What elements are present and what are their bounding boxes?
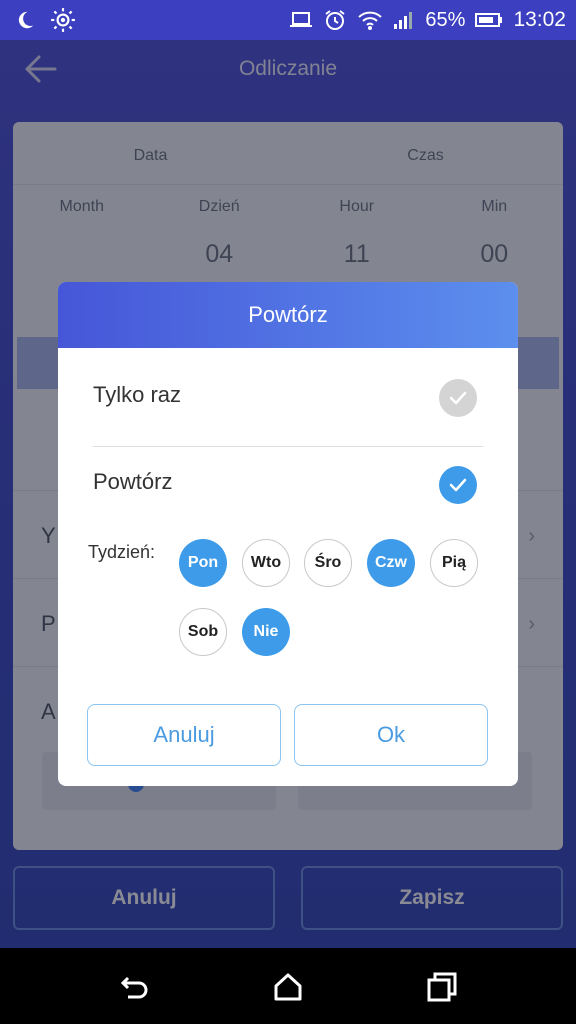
checkmark-icon[interactable] <box>439 466 477 504</box>
day-nie[interactable]: Nie <box>242 608 290 656</box>
option-once-label: Tylko raz <box>93 382 182 407</box>
day-czw[interactable]: Czw <box>367 539 415 587</box>
option-repeat[interactable]: Powtórz <box>93 454 477 514</box>
checkmark-icon[interactable] <box>439 379 477 417</box>
dialog-ok-button[interactable]: Ok <box>294 704 488 766</box>
day-pia[interactable]: Pią <box>430 539 478 587</box>
divider <box>93 446 483 447</box>
dialog-title: Powtórz <box>58 282 518 348</box>
back-icon[interactable] <box>118 970 152 1004</box>
home-icon[interactable] <box>271 970 305 1004</box>
system-nav-bar <box>0 948 576 1024</box>
option-repeat-label: Powtórz <box>93 469 173 494</box>
recent-apps-icon[interactable] <box>425 970 459 1004</box>
day-pon[interactable]: Pon <box>179 539 227 587</box>
alarm-icon <box>323 8 347 32</box>
option-once[interactable]: Tylko raz <box>93 367 477 427</box>
battery-percent: 65% <box>425 8 466 31</box>
status-bar: 65% 13:02 <box>0 0 576 40</box>
moon-icon <box>14 9 36 31</box>
wifi-icon <box>357 9 383 31</box>
signal-icon <box>393 10 415 30</box>
sun-settings-icon <box>50 7 76 33</box>
week-label: Tydzień: <box>88 542 156 562</box>
dialog-cancel-button[interactable]: Anuluj <box>87 704 281 766</box>
battery-icon <box>475 12 503 28</box>
day-sro[interactable]: Śro <box>304 539 352 587</box>
clock-time: 13:02 <box>513 8 566 31</box>
day-sob[interactable]: Sob <box>179 608 227 656</box>
repeat-dialog: Powtórz Tylko raz Powtórz Tydzień: Pon W… <box>58 282 518 786</box>
day-wto[interactable]: Wto <box>242 539 290 587</box>
laptop-icon <box>289 10 313 30</box>
